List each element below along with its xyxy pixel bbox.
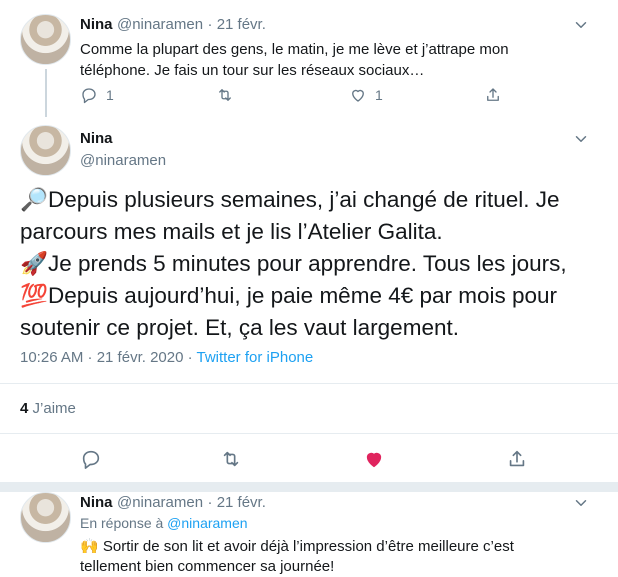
share-icon xyxy=(487,88,499,101)
retweet-button[interactable] xyxy=(216,86,234,104)
heart-icon xyxy=(352,89,364,102)
divider xyxy=(0,433,618,434)
heart-icon xyxy=(366,452,382,468)
thread-line xyxy=(45,69,47,117)
tweet-line: 🔎Depuis plusieurs semaines, j’ai changé … xyxy=(20,187,560,213)
rocket-emoji: 🚀 xyxy=(20,251,49,277)
tweet-timestamp[interactable]: 10:26 AM · 21 févr. 2020 · xyxy=(20,349,197,366)
avatar[interactable] xyxy=(20,125,71,176)
like-button[interactable] xyxy=(363,448,385,470)
chevron-down-icon[interactable] xyxy=(572,130,590,148)
reply-button[interactable] xyxy=(80,448,102,470)
author-name[interactable]: Nina xyxy=(80,130,113,147)
tweet-line: parcours mes mails et je lis l’Atelier G… xyxy=(20,219,443,244)
likes-label: J’aime xyxy=(32,400,76,417)
author-name[interactable]: Nina xyxy=(80,16,113,33)
author-handle[interactable]: @ninaramen xyxy=(117,16,203,33)
like-button[interactable]: 1 xyxy=(349,86,383,104)
raised-hands-emoji: 🙌 xyxy=(80,537,99,555)
retweet-icon xyxy=(219,89,231,101)
tweet-text: 🔎Depuis plusieurs semaines, j’ai changé … xyxy=(20,184,605,344)
chevron-down-icon[interactable] xyxy=(572,16,590,34)
magnifier-emoji: 🔎 xyxy=(20,187,49,213)
author-name[interactable]: Nina xyxy=(80,494,113,511)
likes-summary[interactable]: 4 J’aime xyxy=(20,400,76,417)
tweet-line: 🚀Je prends 5 minutes pour apprendre. Tou… xyxy=(20,251,567,277)
hundred-points-emoji: 💯 xyxy=(20,283,49,309)
chevron-down-icon[interactable] xyxy=(572,494,590,512)
reply-to-handle[interactable]: @ninaramen xyxy=(167,515,247,531)
author-handle[interactable]: @ninaramen xyxy=(80,152,166,169)
tweet-text: Comme la plupart des gens, le matin, je … xyxy=(80,41,509,79)
reply-count: 1 xyxy=(106,87,114,103)
retweet-button[interactable] xyxy=(220,448,242,470)
reply-context-label: En réponse à xyxy=(80,515,168,531)
tweet-date[interactable]: · 21 févr. xyxy=(208,494,266,511)
tweet-text: 🙌 Sortir de son lit et avoir déjà l’impr… xyxy=(80,537,514,575)
avatar[interactable] xyxy=(20,14,71,65)
tweet-source[interactable]: Twitter for iPhone xyxy=(197,349,314,366)
share-button[interactable] xyxy=(484,86,502,104)
author-handle[interactable]: @ninaramen xyxy=(117,494,203,511)
reply-icon xyxy=(82,88,96,104)
tweet-date[interactable]: · 21 févr. xyxy=(208,16,266,33)
tweet-line: 💯Depuis aujourd’hui, je paie même 4€ par… xyxy=(20,283,558,309)
tweet-line: soutenir ce projet. Et, ça les vaut larg… xyxy=(20,315,459,340)
share-icon xyxy=(509,450,525,467)
divider xyxy=(0,383,618,384)
likes-count: 4 xyxy=(20,400,29,417)
divider xyxy=(0,482,618,492)
retweet-icon xyxy=(223,451,239,467)
avatar[interactable] xyxy=(20,492,71,543)
reply-button[interactable]: 1 xyxy=(80,86,114,104)
reply-icon xyxy=(82,450,100,469)
share-button[interactable] xyxy=(506,448,528,470)
like-count: 1 xyxy=(375,87,383,103)
